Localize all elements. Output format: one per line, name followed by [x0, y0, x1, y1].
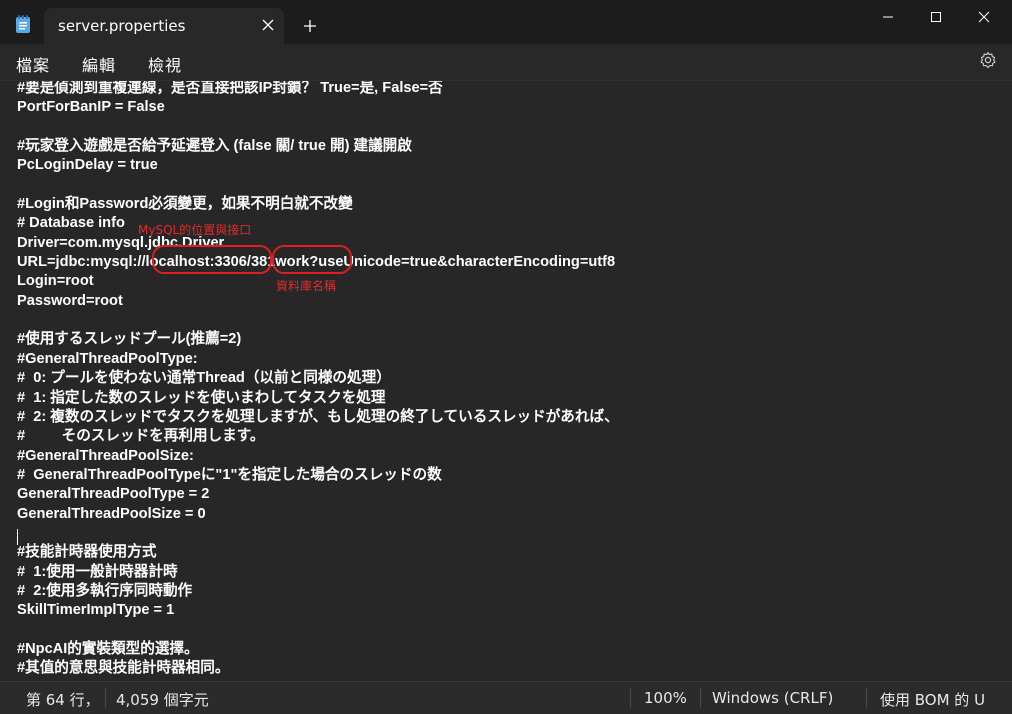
text-line: GeneralThreadPoolType = 2 [17, 486, 210, 503]
status-divider [105, 688, 106, 708]
text-line [17, 311, 619, 330]
text-line: Password=root [17, 292, 123, 309]
text-line: #玩家登入遊戲是否給予延遲登入 (false 關/ true 開) 建議開啟 [17, 138, 412, 155]
annotation-mysql-location: MySQL的位置與接口 [138, 223, 252, 237]
close-button[interactable] [960, 0, 1006, 34]
status-bar: 第 64 行， 4,059 個字元 100% Windows (CRLF) 使用… [0, 681, 1012, 714]
text-line: # 0: プールを使わない通常Thread（以前と同様の処理） [17, 370, 391, 387]
tab-server-properties[interactable]: server.properties [44, 8, 284, 44]
line-ending[interactable]: Windows (CRLF) [712, 689, 833, 707]
minimize-button[interactable] [864, 0, 910, 34]
close-icon [978, 11, 990, 23]
text-line: #使用するスレッドプール(推薦=2) [17, 331, 242, 348]
character-count: 4,059 個字元 [116, 691, 209, 709]
notepad-icon [15, 15, 31, 33]
text-line: #Login和Password必須變更，如果不明白就不改變 [17, 196, 353, 213]
maximize-button[interactable] [912, 0, 958, 34]
text-line: SkillTimerImplType = 1 [17, 602, 175, 619]
text-line: # 1: 指定した数のスレッドを使いまわしてタスクを処理 [17, 389, 386, 406]
text-line: #要是偵測到重複連線，是否直接把該IP封鎖？ True=是, False=否 [17, 81, 443, 96]
text-line: # 1:使用一般計時器計時 [17, 563, 178, 580]
text-line: #GeneralThreadPoolSize: [17, 447, 194, 464]
title-bar: server.properties [0, 0, 1012, 44]
text-line [17, 621, 619, 640]
text-editor[interactable]: #要是偵測到重複連線，是否直接把該IP封鎖？ True=是, False=否 Po… [0, 81, 1012, 681]
text-line [17, 524, 619, 543]
editor-lines: #要是偵測到重複連線，是否直接把該IP封鎖？ True=是, False=否 Po… [17, 81, 619, 679]
text-line [17, 176, 619, 195]
text-caret [17, 529, 18, 545]
text-line: #GeneralThreadPoolType: [17, 350, 198, 367]
annotation-circle-host [152, 245, 272, 274]
text-line: # Database info [17, 215, 125, 232]
text-line: # 2: 複数のスレッドでタスクを処理しますが、もし処理の終了しているスレッドが… [17, 408, 619, 425]
menu-bar: 檔案 編輯 檢視 [0, 44, 1012, 81]
plus-icon[interactable] [303, 18, 317, 32]
text-line: GeneralThreadPoolSize = 0 [17, 505, 206, 522]
zoom-level[interactable]: 100% [644, 689, 687, 707]
annotation-circle-database [272, 245, 352, 274]
text-line [17, 118, 619, 137]
text-line: #NpcAI的實裝類型的選擇。 [17, 640, 199, 657]
menu-view[interactable]: 檢視 [148, 52, 182, 76]
text-line: # GeneralThreadPoolTypeに"1"を指定した場合のスレッドの… [17, 466, 442, 483]
text-line: # 2:使用多執行序同時動作 [17, 582, 193, 599]
text-line: #技能計時器使用方式 [17, 544, 157, 561]
minimize-icon [883, 16, 893, 18]
tab-title: server.properties [58, 17, 186, 35]
status-divider [630, 688, 631, 708]
text-line: # そのスレッドを再利用します。 [17, 428, 265, 445]
text-line: #其值的意思與技能計時器相同。 [17, 660, 230, 677]
text-line: PcLoginDelay = true [17, 157, 158, 174]
text-line: PortForBanIP = False [17, 99, 165, 116]
annotation-database-name: 資料庫名稱 [276, 279, 337, 293]
maximize-icon [931, 12, 941, 22]
menu-edit[interactable]: 編輯 [82, 52, 116, 76]
close-icon[interactable] [260, 17, 276, 33]
gear-icon[interactable] [979, 51, 997, 69]
status-divider [866, 688, 867, 708]
file-encoding[interactable]: 使用 BOM 的 U [880, 689, 985, 710]
menu-file[interactable]: 檔案 [16, 52, 50, 76]
cursor-position: 第 64 行， [26, 691, 100, 709]
status-divider [700, 688, 701, 708]
